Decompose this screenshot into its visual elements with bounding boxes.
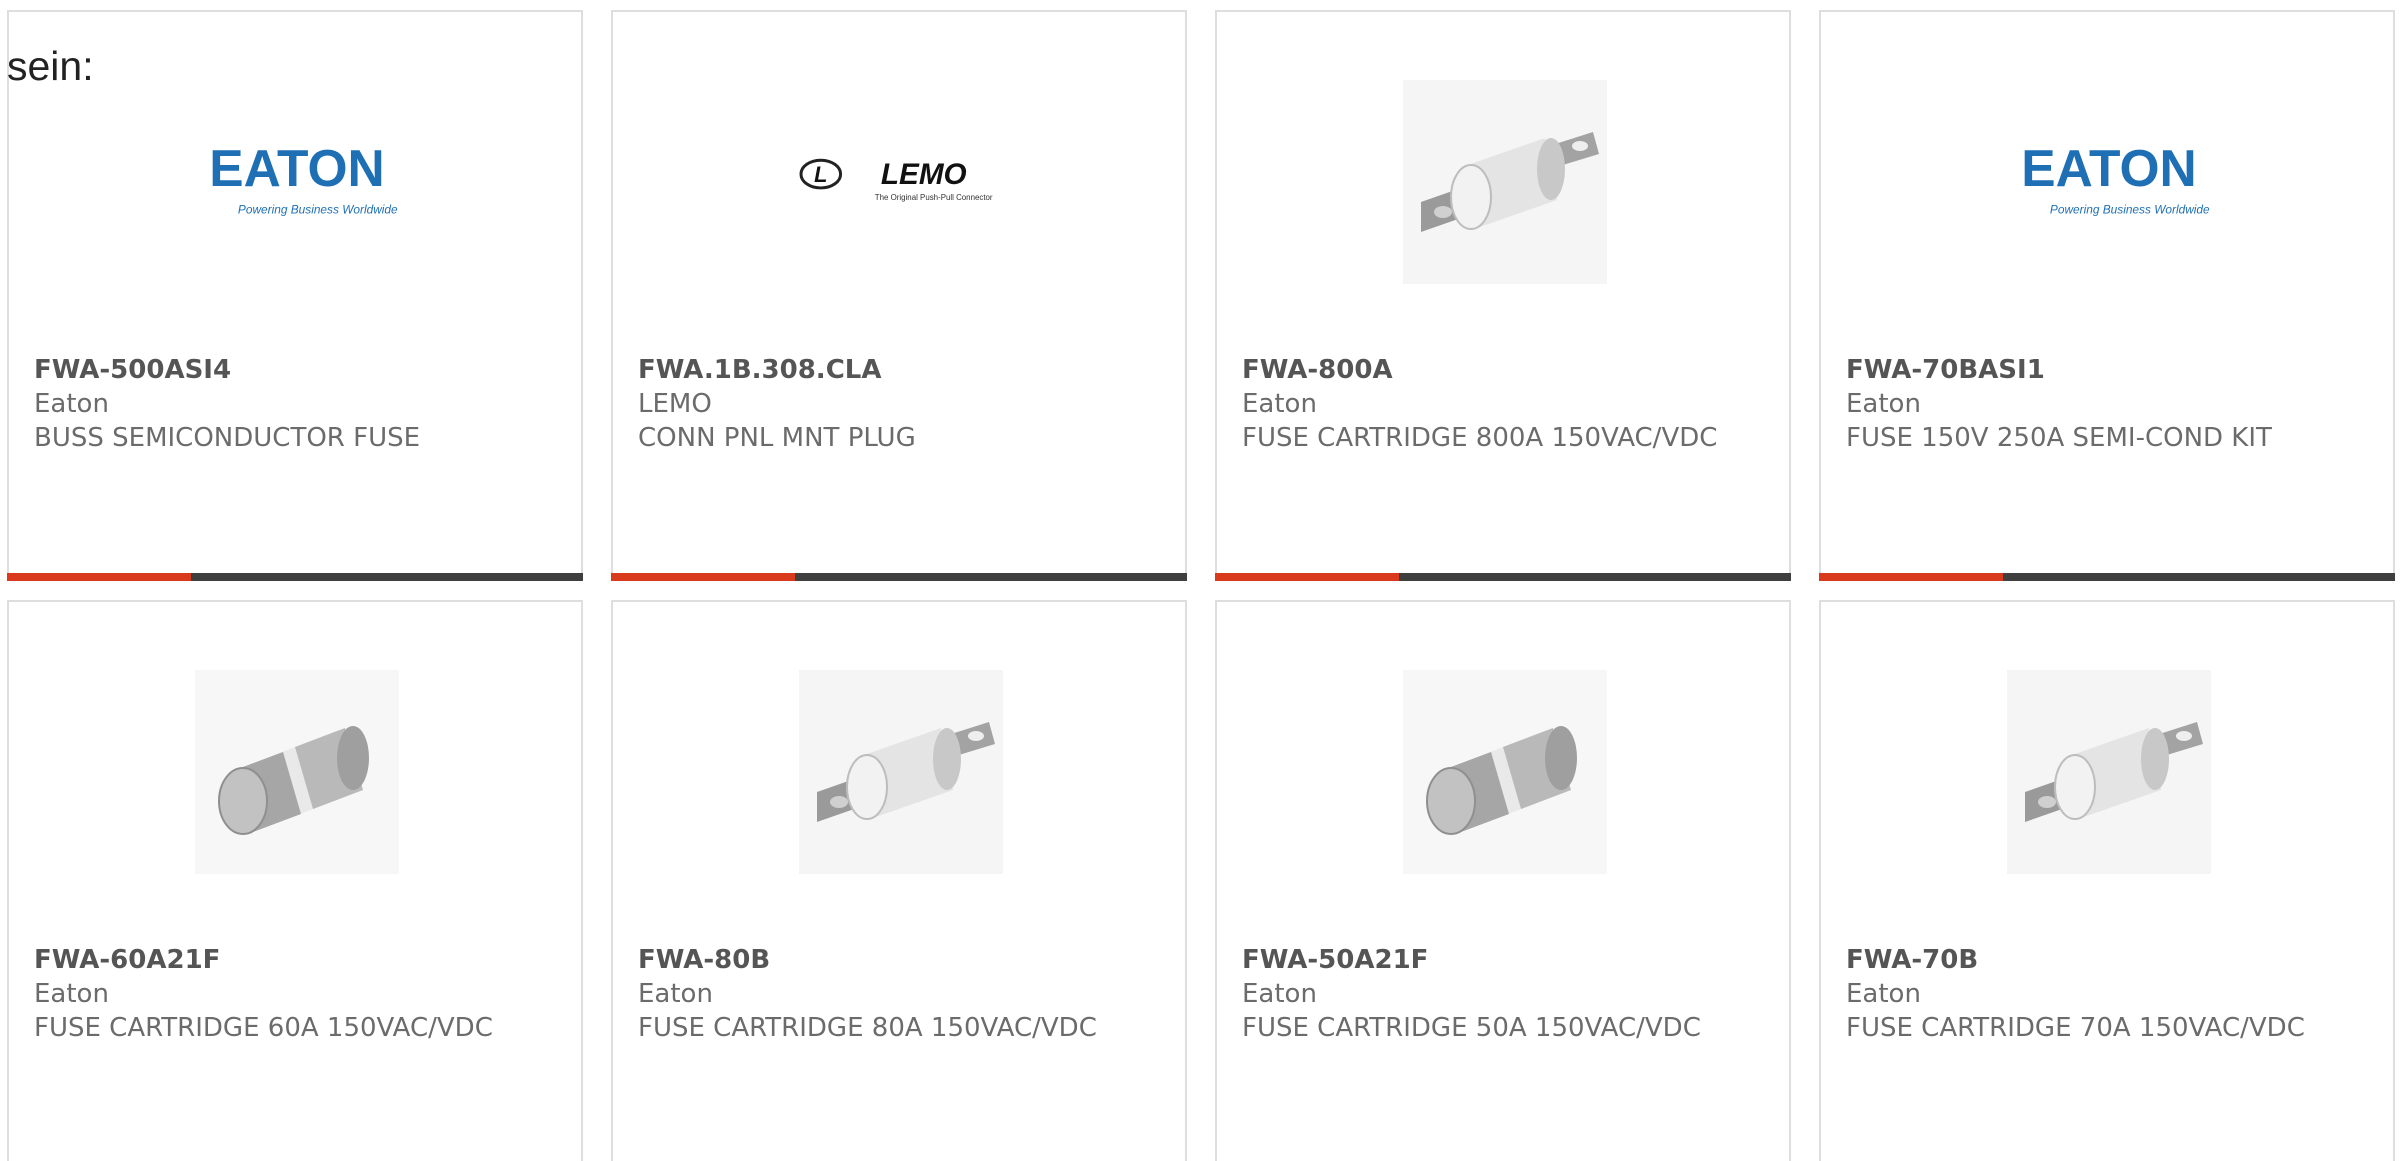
product-card[interactable]: L LEMO The Original Push-Pull Connector … bbox=[611, 10, 1187, 581]
tab-fuse-photo[interactable] bbox=[799, 670, 1003, 874]
manufacturer: LEMO bbox=[638, 389, 712, 419]
description: CONN PNL MNT PLUG bbox=[638, 423, 916, 453]
description: FUSE CARTRIDGE 60A 150VAC/VDC bbox=[34, 1013, 493, 1043]
svg-text:Powering Business Worldwide: Powering Business Worldwide bbox=[2050, 203, 2210, 217]
svg-text:L: L bbox=[814, 162, 827, 187]
card-bottom-bar bbox=[611, 573, 1187, 581]
lemo-logo[interactable]: L LEMO The Original Push-Pull Connector bbox=[799, 80, 1003, 284]
manufacturer: Eaton bbox=[1846, 979, 1921, 1009]
svg-text:The Original Push-Pull Connect: The Original Push-Pull Connector bbox=[875, 193, 993, 202]
manufacturer: Eaton bbox=[638, 979, 713, 1009]
product-card[interactable]: EATON Powering Business Worldwide FWA-70… bbox=[1819, 10, 2395, 581]
svg-text:Powering Business Worldwide: Powering Business Worldwide bbox=[238, 203, 398, 217]
part-number-link[interactable]: FWA-70B bbox=[1846, 943, 2373, 977]
part-number-link[interactable]: FWA-500ASI4 bbox=[34, 353, 561, 387]
description: FUSE CARTRIDGE 800A 150VAC/VDC bbox=[1242, 423, 1718, 453]
cartridge-fuse-photo[interactable] bbox=[1403, 670, 1607, 874]
manufacturer: Eaton bbox=[1242, 979, 1317, 1009]
product-card[interactable]: FWA-800A Eaton FUSE CARTRIDGE 800A 150VA… bbox=[1215, 10, 1791, 581]
tab-fuse-photo[interactable] bbox=[1403, 80, 1607, 284]
description: FUSE 150V 250A SEMI-COND KIT bbox=[1846, 423, 2272, 453]
svg-text:LEMO: LEMO bbox=[881, 158, 967, 191]
product-card[interactable]: FWA-60A21F Eaton FUSE CARTRIDGE 60A 150V… bbox=[7, 600, 583, 1161]
card-bottom-bar bbox=[1215, 573, 1791, 581]
part-number-link[interactable]: FWA-60A21F bbox=[34, 943, 561, 977]
card-bottom-bar bbox=[1819, 573, 2395, 581]
part-number-link[interactable]: FWA-80B bbox=[638, 943, 1165, 977]
product-card[interactable]: FWA-50A21F Eaton FUSE CARTRIDGE 50A 150V… bbox=[1215, 600, 1791, 1161]
manufacturer: Eaton bbox=[1242, 389, 1317, 419]
part-number-link[interactable]: FWA-50A21F bbox=[1242, 943, 1769, 977]
product-card[interactable]: EATON Powering Business Worldwide FWA-50… bbox=[7, 10, 583, 581]
part-number-link[interactable]: FWA-70BASI1 bbox=[1846, 353, 2373, 387]
part-number-link[interactable]: FWA-800A bbox=[1242, 353, 1769, 387]
product-card[interactable]: FWA-80B Eaton FUSE CARTRIDGE 80A 150VAC/… bbox=[611, 600, 1187, 1161]
part-number-link[interactable]: FWA.1B.308.CLA bbox=[638, 353, 1165, 387]
intro-text: sein: bbox=[7, 43, 94, 89]
cartridge-fuse-photo[interactable] bbox=[195, 670, 399, 874]
tab-fuse-photo[interactable] bbox=[2007, 670, 2211, 874]
manufacturer: Eaton bbox=[34, 979, 109, 1009]
svg-text:EATON: EATON bbox=[2021, 142, 2196, 197]
card-bottom-bar bbox=[7, 573, 583, 581]
eaton-logo[interactable]: EATON Powering Business Worldwide bbox=[195, 80, 399, 284]
svg-text:EATON: EATON bbox=[209, 142, 384, 197]
manufacturer: Eaton bbox=[1846, 389, 1921, 419]
description: FUSE CARTRIDGE 70A 150VAC/VDC bbox=[1846, 1013, 2305, 1043]
description: FUSE CARTRIDGE 50A 150VAC/VDC bbox=[1242, 1013, 1701, 1043]
description: FUSE CARTRIDGE 80A 150VAC/VDC bbox=[638, 1013, 1097, 1043]
description: BUSS SEMICONDUCTOR FUSE bbox=[34, 423, 421, 453]
eaton-logo[interactable]: EATON Powering Business Worldwide bbox=[2007, 80, 2211, 284]
manufacturer: Eaton bbox=[34, 389, 109, 419]
product-card[interactable]: FWA-70B Eaton FUSE CARTRIDGE 70A 150VAC/… bbox=[1819, 600, 2395, 1161]
